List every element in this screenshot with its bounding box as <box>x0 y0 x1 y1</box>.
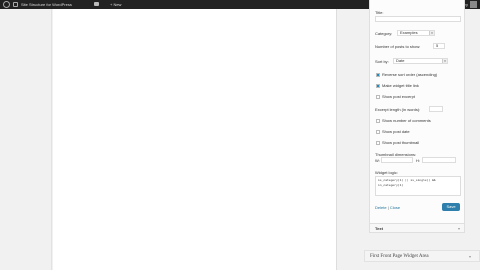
category-select[interactable]: Examples ▾ <box>397 30 435 36</box>
show-comments-checkbox[interactable] <box>376 119 380 123</box>
widget-logic-label: Widget logic: <box>375 170 398 175</box>
show-date-label: Show post date <box>382 129 410 134</box>
num-posts-input[interactable]: 5 <box>433 43 445 49</box>
sort-select[interactable]: Date ▾ <box>393 58 448 64</box>
show-thumbnail-label: Show post thumbnail <box>382 140 420 145</box>
close-link[interactable]: Close <box>390 205 400 210</box>
chevron-down-icon[interactable]: ▾ <box>469 254 471 259</box>
widget-area-header[interactable]: First Front Page Widget Area ▾ <box>364 250 480 262</box>
thumb-height-label: H: <box>416 158 420 163</box>
text-widget[interactable]: Text ▾ <box>369 223 465 233</box>
chevron-down-icon[interactable]: ▾ <box>458 226 460 231</box>
text-widget-title: Text <box>375 226 383 231</box>
main-canvas <box>53 9 336 270</box>
chevron-down-icon: ▾ <box>442 59 447 63</box>
reverse-sort-label: Reverse sort order (ascending) <box>382 72 438 77</box>
excerpt-length-label: Excerpt length (in words): <box>375 107 421 112</box>
show-excerpt-checkbox[interactable] <box>376 95 380 99</box>
divider <box>336 9 337 270</box>
title-link-checkbox[interactable] <box>376 84 380 88</box>
site-name-link[interactable]: Site Structure for WordPress <box>21 2 72 7</box>
comments-icon[interactable] <box>94 2 99 6</box>
wordpress-logo-icon[interactable] <box>3 1 10 8</box>
widget-area-title: First Front Page Widget Area <box>370 254 429 259</box>
show-excerpt-label: Show post excerpt <box>382 94 415 99</box>
title-label: Title: <box>375 10 384 15</box>
avatar[interactable] <box>470 1 477 8</box>
reverse-sort-checkbox[interactable] <box>376 73 380 77</box>
show-thumbnail-checkbox[interactable] <box>376 141 380 145</box>
num-posts-label: Number of posts to show: <box>375 44 421 49</box>
title-link-label: Make widget title link <box>382 83 419 88</box>
title-input[interactable] <box>375 16 461 22</box>
widget-control-links: Delete | Close <box>375 205 400 210</box>
new-content-button[interactable]: + New <box>110 2 121 7</box>
chevron-down-icon: ▾ <box>429 31 434 35</box>
sort-label: Sort by: <box>375 59 389 64</box>
admin-menu-collapsed <box>0 9 52 270</box>
home-icon[interactable] <box>13 2 18 7</box>
excerpt-length-input[interactable] <box>429 106 443 112</box>
show-date-checkbox[interactable] <box>376 130 380 134</box>
delete-link[interactable]: Delete <box>375 205 387 210</box>
thumb-height-input[interactable] <box>422 157 456 163</box>
category-select-value: Examples <box>400 30 418 35</box>
sort-select-value: Date <box>396 58 405 63</box>
widget-logic-textarea[interactable]: is_category(1) || is_single() && in_cate… <box>375 176 461 196</box>
category-label: Category: <box>375 31 393 36</box>
thumb-width-label: W: <box>375 158 380 163</box>
save-button[interactable]: Save <box>442 203 460 211</box>
thumb-width-input[interactable] <box>381 157 413 163</box>
show-comments-label: Show number of comments <box>382 118 431 123</box>
